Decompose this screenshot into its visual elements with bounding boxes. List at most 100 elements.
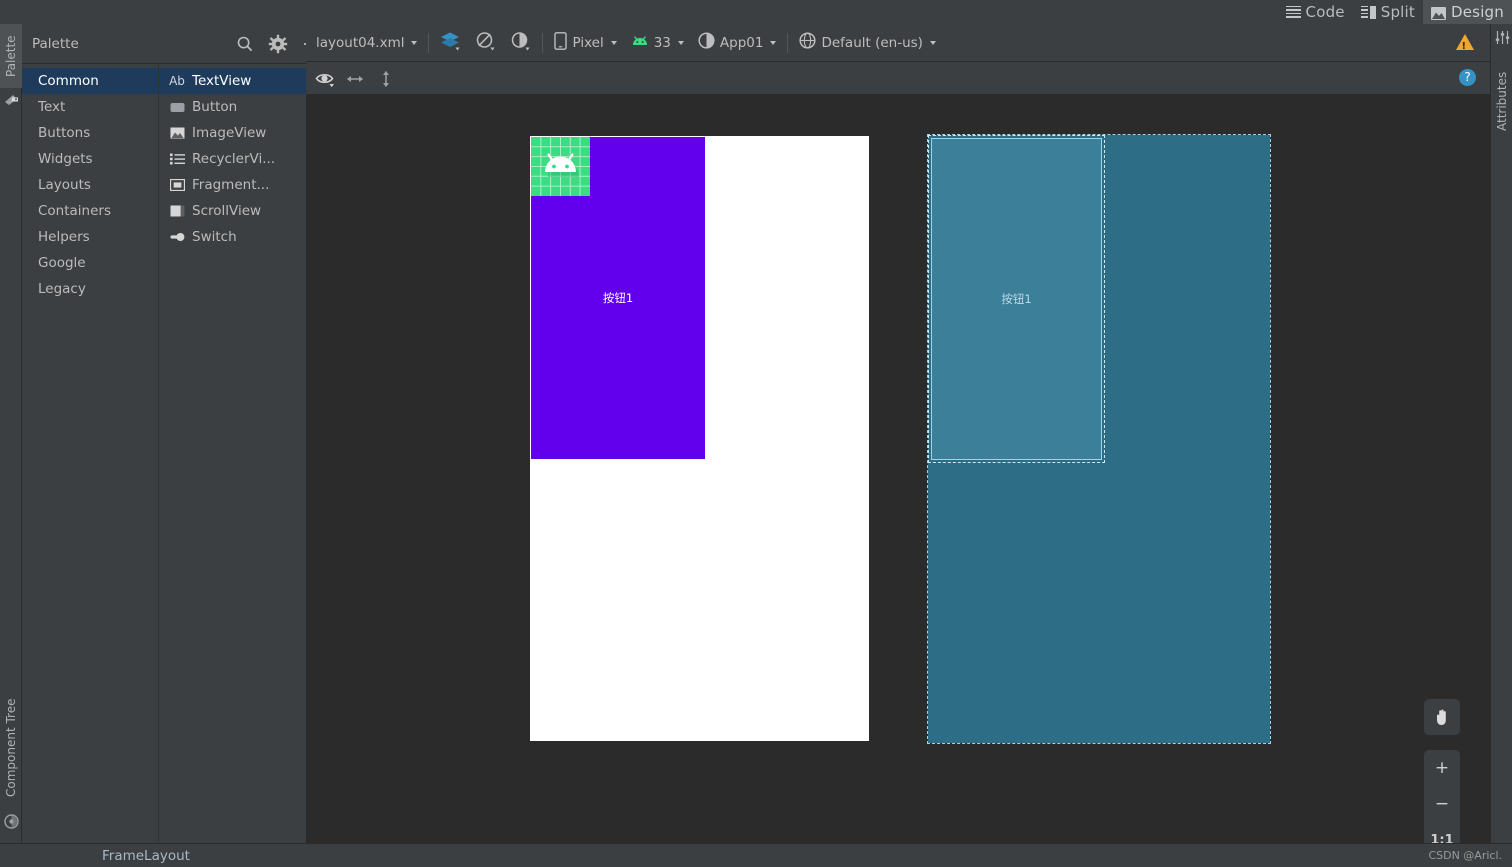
palette-category-legacy[interactable]: Legacy (22, 276, 158, 302)
component-tree-icon (4, 814, 19, 829)
zoom-in-label: + (1434, 758, 1450, 778)
watermark-label: CSDN @Aricl. (1428, 849, 1502, 862)
imageview-icon (169, 126, 185, 140)
split-panes-icon (1360, 5, 1376, 19)
fragment-icon (169, 178, 185, 192)
chevron-down-icon (677, 40, 684, 45)
api-level-selector[interactable]: 33 (624, 24, 691, 62)
tool-tab-component-tree-label: Component Tree (4, 698, 18, 798)
palette-widget-label: TextView (192, 73, 252, 89)
tool-tab-attributes[interactable]: Attributes (1491, 50, 1512, 152)
theme-label: App01 (719, 34, 764, 51)
palette-category-label: Text (38, 99, 66, 115)
actual-size-button[interactable]: 1:1 (1424, 822, 1460, 844)
theme-selector[interactable]: App01 (691, 24, 784, 62)
palette-category-label: Widgets (38, 151, 93, 167)
design-surface-toolbar: ? (306, 62, 1490, 95)
palette-category-common[interactable]: Common (22, 68, 158, 94)
design-canvas[interactable]: 按钮1 按钮1 + − 1:1 (306, 95, 1490, 843)
android-head-icon (631, 35, 649, 51)
zoom-out-button[interactable]: − (1424, 786, 1460, 822)
zoom-in-button[interactable]: + (1424, 750, 1460, 786)
pan-tool-group (1424, 699, 1460, 735)
layout-file-selector[interactable]: layout04.xml (306, 24, 424, 62)
palette-widget-scrollview[interactable]: ScrollView (159, 198, 306, 224)
palette-widget-label: ScrollView (192, 203, 262, 219)
horizontal-arrows-icon[interactable] (344, 68, 366, 90)
palette-category-containers[interactable]: Containers (22, 198, 158, 224)
tab-split[interactable]: Split (1353, 0, 1423, 24)
theme-contrast-icon (510, 31, 531, 55)
palette-category-list: Common Text Buttons Widgets Layouts Cont… (22, 64, 158, 843)
tool-tab-attributes-label: Attributes (1495, 71, 1509, 131)
palette-category-label: Common (38, 73, 99, 89)
design-render-preview[interactable]: 按钮1 (530, 136, 869, 741)
button-icon (169, 100, 185, 114)
palette-widget-switch[interactable]: Switch (159, 224, 306, 250)
palette-category-layouts[interactable]: Layouts (22, 172, 158, 198)
palette-category-label: Containers (38, 203, 112, 219)
search-icon[interactable] (235, 34, 255, 54)
eye-icon[interactable] (314, 68, 336, 90)
palette-widget-label: Fragment... (192, 177, 270, 193)
design-editor-area: layout04.xml Pixel 33 App01 Default (en-… (306, 24, 1490, 843)
locale-selector[interactable]: Default (en-us) (792, 24, 942, 62)
tab-code[interactable]: Code (1278, 0, 1353, 24)
palette-widget-label: Button (192, 99, 238, 115)
editor-mode-tabs: Code Split Design (1278, 0, 1512, 24)
blueprint-preview[interactable]: 按钮1 (927, 134, 1271, 744)
palette-category-text[interactable]: Text (22, 94, 158, 120)
chevron-down-icon (770, 40, 777, 45)
warning-exclamation: ! (1461, 41, 1466, 52)
preview-button-label: 按钮1 (602, 291, 634, 305)
recyclerview-list-icon (169, 152, 185, 166)
layers-icon (440, 31, 461, 55)
orientation-button[interactable] (468, 24, 503, 62)
help-label: ? (1464, 70, 1471, 84)
device-label: Pixel (572, 34, 604, 51)
device-selector[interactable]: Pixel (547, 24, 623, 62)
palette-icon (4, 92, 19, 107)
blueprint-button-label: 按钮1 (1001, 292, 1032, 306)
palette-widget-label: RecyclerVi... (192, 151, 276, 167)
tab-code-label: Code (1305, 3, 1345, 21)
tab-design[interactable]: Design (1423, 0, 1512, 24)
palette-category-widgets[interactable]: Widgets (22, 146, 158, 172)
palette-category-helpers[interactable]: Helpers (22, 224, 158, 250)
code-lines-icon (1285, 5, 1301, 19)
android-launcher-icon[interactable] (531, 137, 590, 196)
blueprint-button-widget[interactable]: 按钮1 (928, 135, 1105, 463)
palette-body: Common Text Buttons Widgets Layouts Cont… (22, 64, 306, 843)
tool-tab-palette[interactable]: Palette (0, 24, 22, 88)
view-mode-button[interactable] (433, 24, 468, 62)
palette-widget-label: Switch (192, 229, 237, 245)
pan-hand-icon[interactable] (1424, 699, 1460, 735)
tool-tab-component-tree[interactable]: Component Tree (0, 684, 22, 812)
theme-contrast-button[interactable] (503, 24, 538, 62)
selected-component-label: FrameLayout (102, 848, 190, 864)
android-studio-layout-editor: Code Split Design Palette Component Tree… (0, 0, 1512, 867)
left-tool-window-strip: Palette Component Tree (0, 24, 22, 843)
palette-widget-recyclerview[interactable]: RecyclerVi... (159, 146, 306, 172)
rotate-device-icon (475, 31, 496, 55)
design-config-toolbar: layout04.xml Pixel 33 App01 Default (en-… (306, 24, 1490, 62)
gear-icon[interactable] (268, 34, 288, 54)
phone-icon (554, 31, 568, 54)
palette-category-label: Legacy (38, 281, 86, 297)
palette-category-google[interactable]: Google (22, 250, 158, 276)
palette-category-label: Google (38, 255, 86, 271)
globe-icon (799, 32, 817, 53)
palette-widget-textview[interactable]: Ab TextView (159, 68, 306, 94)
api-level-label: 33 (653, 34, 671, 51)
palette-panel: Palette Common Text Buttons Widgets Layo… (22, 24, 318, 843)
palette-widget-imageview[interactable]: ImageView (159, 120, 306, 146)
help-question-icon[interactable]: ? (1459, 69, 1476, 86)
palette-widget-button[interactable]: Button (159, 94, 306, 120)
textview-ab-icon: Ab (169, 74, 185, 88)
tool-tab-palette-label: Palette (4, 35, 18, 77)
palette-widget-fragment[interactable]: Fragment... (159, 172, 306, 198)
layout-file-label: layout04.xml (316, 34, 405, 51)
palette-title: Palette (32, 36, 79, 52)
vertical-arrows-icon[interactable] (375, 68, 397, 90)
palette-category-buttons[interactable]: Buttons (22, 120, 158, 146)
